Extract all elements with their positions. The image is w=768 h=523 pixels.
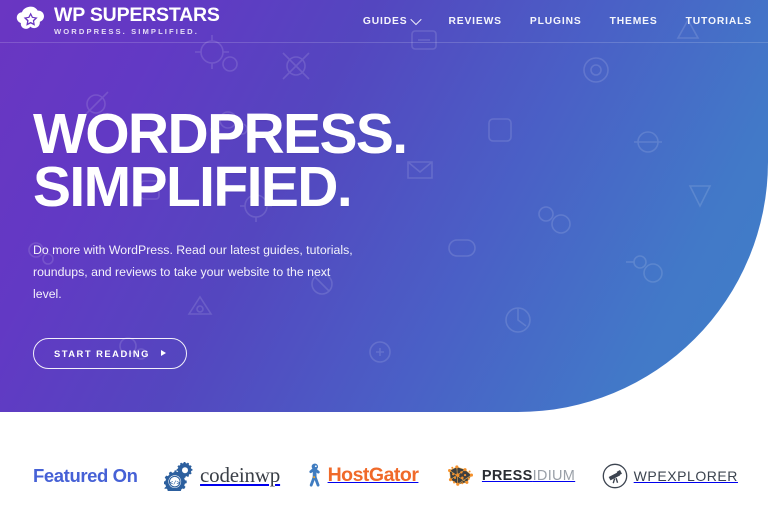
featured-logo-pressidium[interactable]: PRESSIDIUM <box>445 463 575 489</box>
site-logo[interactable]: WP SUPERSTARS WORDPRESS. SIMPLIFIED. <box>14 4 220 37</box>
page-root: WORDPRESS. SIMPLIFIED. Do more with Word… <box>0 0 768 523</box>
site-header: WP SUPERSTARS WORDPRESS. SIMPLIFIED. GUI… <box>0 0 768 42</box>
brand-text-block: WP SUPERSTARS WORDPRESS. SIMPLIFIED. <box>54 5 220 36</box>
nav-item-plugins[interactable]: PLUGINS <box>516 16 596 27</box>
brand-name: WP SUPERSTARS <box>54 3 220 26</box>
nav-item-themes[interactable]: THEMES <box>596 16 672 27</box>
page-title: WORDPRESS. SIMPLIFIED. <box>33 102 408 219</box>
telescope-circle-icon <box>602 463 628 488</box>
start-reading-button[interactable]: START READING <box>33 337 187 369</box>
nav-label-plugins: PLUGINS <box>529 15 582 27</box>
pressidium-word-press: PRESS <box>481 467 533 484</box>
featured-on-inner: Featured On </> codeinwp HostGator PRESS… <box>0 461 768 491</box>
hostgator-wordmark: HostGator <box>328 464 419 487</box>
codeinwp-wordmark: codeinwp <box>200 463 281 487</box>
subheading-line-2: roundups, and reviews to take your websi… <box>33 264 331 301</box>
featured-logo-codeinwp[interactable]: </> codeinwp <box>164 461 280 491</box>
header-divider <box>0 42 768 43</box>
pressidium-wordmark: PRESSIDIUM <box>482 468 575 484</box>
featured-on-label: Featured On <box>33 464 138 486</box>
hero-section: WORDPRESS. SIMPLIFIED. Do more with Word… <box>0 0 768 412</box>
subheading-line-1: Do more with WordPress. Read our latest … <box>33 243 353 257</box>
star-burst-icon <box>16 6 44 29</box>
headline-line-2: SIMPLIFIED. <box>33 155 353 219</box>
play-arrow-icon <box>160 350 166 357</box>
start-reading-label: START READING <box>54 347 150 359</box>
nav-label-themes: THEMES <box>609 15 658 27</box>
nav-label-tutorials: TUTORIALS <box>685 15 752 27</box>
nav-label-reviews: REVIEWS <box>448 15 502 27</box>
brand-tagline: WORDPRESS. SIMPLIFIED. <box>54 27 199 37</box>
featured-on-section: Featured On </> codeinwp HostGator PRESS… <box>0 412 768 523</box>
pressidium-word-idium: IDIUM <box>532 467 576 484</box>
nav-item-guides[interactable]: GUIDES <box>349 13 435 27</box>
gator-mascot-icon <box>308 463 320 487</box>
hero-content: WORDPRESS. SIMPLIFIED. Do more with Word… <box>33 102 408 369</box>
nav-label-guides: GUIDES <box>362 15 408 27</box>
wpexplorer-wordmark: WPEXPLORER <box>633 467 738 484</box>
nav-item-tutorials[interactable]: TUTORIALS <box>672 16 752 27</box>
hero-subheading: Do more with WordPress. Read our latest … <box>33 240 353 306</box>
featured-logo-wpexplorer[interactable]: WPEXPLORER <box>602 463 738 489</box>
featured-logo-hostgator[interactable]: HostGator <box>307 461 419 491</box>
gears-code-icon: </> <box>164 461 193 491</box>
headline-line-1: WORDPRESS. <box>33 102 408 166</box>
hostgator-word-host: Host <box>327 464 370 486</box>
main-navigation: GUIDES REVIEWS PLUGINS THEMES TUTORIALS <box>349 0 752 42</box>
hostgator-word-gator: Gator <box>368 464 419 486</box>
chevron-down-icon <box>410 13 423 26</box>
nav-item-reviews[interactable]: REVIEWS <box>434 16 515 27</box>
svg-text:</>: </> <box>170 479 181 486</box>
dot-mesh-icon <box>447 464 473 486</box>
